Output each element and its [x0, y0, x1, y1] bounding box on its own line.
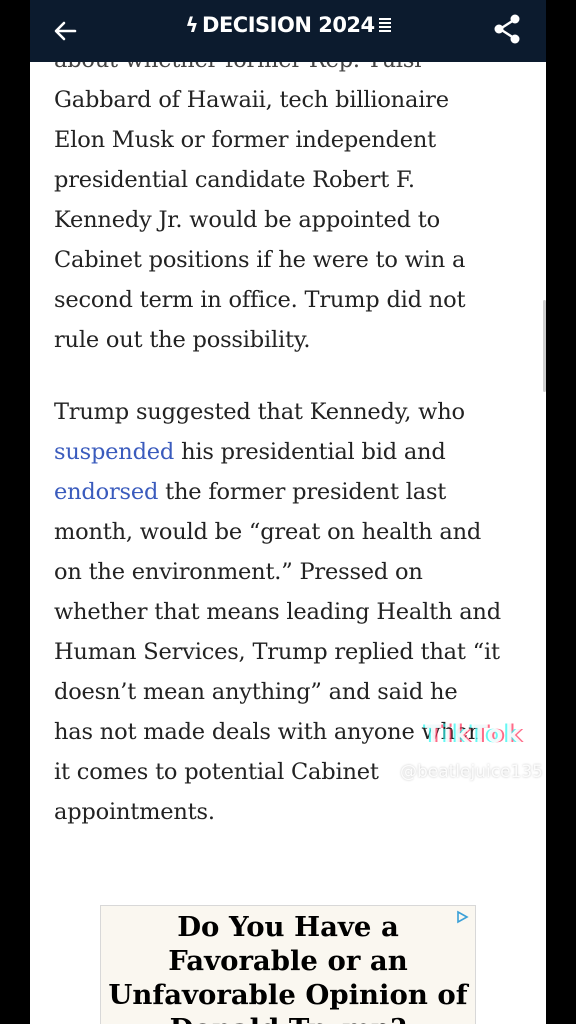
article-line: Gabbard of Hawaii, tech billionaire	[54, 87, 449, 113]
article-paragraph-1: about whether former Rep. Tulsi Gabbard …	[54, 40, 534, 360]
article-line: second term in office. Trump did not	[54, 287, 466, 313]
top-nav-bar: ϟ DECISION 2024	[30, 0, 546, 62]
article-line: suspended his presidential bid and	[54, 432, 534, 472]
article-text: the former president last	[158, 479, 447, 505]
endorsed-link[interactable]: endorsed	[54, 479, 158, 505]
phone-screen: about whether former Rep. Tulsi Gabbard …	[30, 0, 546, 1024]
article-line: appointments.	[54, 799, 215, 825]
article-line: presidential candidate Robert F.	[54, 167, 415, 193]
article-line: it comes to potential Cabinet	[54, 759, 379, 785]
ad-headline-line: Donald Trump?	[101, 1012, 475, 1024]
ad-headline-line: Favorable or an	[168, 945, 408, 977]
brand-logo[interactable]: ϟ DECISION 2024	[30, 13, 546, 37]
article-line: rule out the possibility.	[54, 327, 311, 353]
article-line: Elon Musk or former independent	[54, 127, 436, 153]
article-line: Human Services, Trump replied that “it	[54, 639, 500, 665]
article-line: endorsed the former president last	[54, 472, 534, 512]
share-icon	[494, 14, 520, 44]
article-line: has not made deals with anyone when	[54, 719, 483, 745]
ad-choices-icon[interactable]	[455, 910, 469, 924]
article-line: month, would be “great on health and	[54, 519, 482, 545]
suspended-link[interactable]: suspended	[54, 439, 174, 465]
article-line: Cabinet positions if he were to win a	[54, 247, 466, 273]
article-line: doesn’t mean anything” and said he	[54, 679, 458, 705]
bolt-icon: ϟ	[185, 13, 199, 37]
article-line: on the environment.” Pressed on	[54, 559, 423, 585]
article-line: whether that means leading Health and	[54, 599, 501, 625]
ad-headline-line: Do You Have a	[177, 911, 399, 943]
article-body: about whether former Rep. Tulsi Gabbard …	[54, 40, 534, 832]
article-text: his presidential bid and	[174, 439, 446, 465]
article-line: Kennedy Jr. would be appointed to	[54, 207, 440, 233]
ad-headline-line: Unfavorable Opinion of	[108, 979, 468, 1011]
article-line: Trump suggested that Kennedy, who	[54, 399, 465, 425]
share-button[interactable]	[490, 12, 524, 46]
brand-title: DECISION 2024	[202, 13, 375, 37]
article-paragraph-2: Trump suggested that Kennedy, who suspen…	[54, 392, 534, 832]
scrollbar[interactable]	[543, 300, 546, 392]
stripes-icon	[378, 16, 391, 34]
poll-advertisement[interactable]: Do You Have a Favorable or an Unfavorabl…	[100, 905, 476, 1024]
